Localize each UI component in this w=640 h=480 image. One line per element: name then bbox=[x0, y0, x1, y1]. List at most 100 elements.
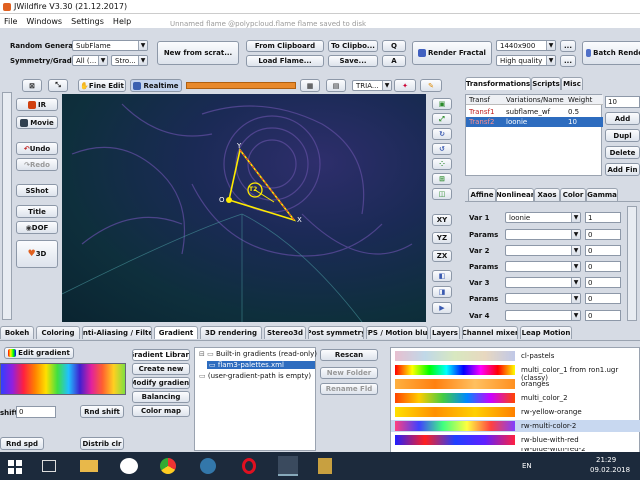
start-icon[interactable] bbox=[8, 460, 22, 474]
tab-channel-mixer[interactable]: Channel mixer bbox=[462, 326, 518, 339]
var4-amount[interactable]: 0 bbox=[585, 310, 621, 321]
var1-amount[interactable]: 1 bbox=[585, 212, 621, 223]
menu-settings[interactable]: Settings bbox=[71, 17, 104, 26]
tab-3d-rendering[interactable]: 3D rendering bbox=[200, 326, 262, 339]
grid-points-icon[interactable]: ⁘ bbox=[432, 158, 452, 170]
task-view-icon[interactable] bbox=[42, 460, 56, 472]
rotate-icon[interactable]: ↻ bbox=[432, 128, 452, 140]
var2-amount[interactable]: 0 bbox=[585, 245, 621, 256]
gradient-select[interactable]: Stro... ▼ bbox=[111, 55, 148, 66]
a-button[interactable]: A bbox=[382, 55, 406, 67]
create-new-button[interactable]: Create new bbox=[132, 363, 190, 375]
quality-select[interactable]: High quality ▼ bbox=[496, 55, 556, 66]
tab-gradient[interactable]: Gradient bbox=[154, 326, 198, 339]
color-map-button[interactable]: Color map bbox=[132, 405, 190, 417]
rnd-shift-button[interactable]: Rnd shift bbox=[80, 405, 124, 418]
table-row[interactable]: Transf1 subflame_wf 0.5 bbox=[466, 107, 603, 117]
var1-params-value[interactable]: 0 bbox=[585, 229, 621, 240]
duplicate-button[interactable]: Dupl bbox=[605, 129, 640, 142]
list-item[interactable]: multi_color_1 from ron1.ugr (classy) bbox=[391, 364, 640, 382]
scale-icon[interactable]: ⤢ bbox=[432, 113, 452, 125]
var1-params-select[interactable]: ▼ bbox=[505, 229, 581, 240]
yz-button[interactable]: YZ bbox=[432, 232, 452, 244]
wand-icon-button[interactable]: ✦ bbox=[394, 79, 416, 92]
brush-icon-button[interactable]: ✎ bbox=[420, 79, 442, 92]
ir-button[interactable]: IR bbox=[16, 98, 58, 111]
rnd-speed-button[interactable]: Rnd spd bbox=[0, 437, 44, 450]
tab-post-symmetry[interactable]: Post symmetry bbox=[308, 326, 364, 339]
tool-icon-2[interactable]: ◨ bbox=[432, 286, 452, 298]
flip-icon[interactable]: ◫ bbox=[432, 188, 452, 200]
realtime-button[interactable]: Realtime bbox=[130, 79, 182, 92]
render-fractal-button[interactable]: Render Fractal bbox=[412, 41, 492, 65]
weight-field[interactable]: 10 bbox=[605, 96, 640, 108]
tool-icon-3[interactable]: ▶ bbox=[432, 302, 452, 314]
java-icon[interactable] bbox=[278, 456, 298, 476]
menu-windows[interactable]: Windows bbox=[26, 17, 62, 26]
list-item[interactable]: cl-pastels bbox=[391, 350, 640, 362]
add-final-button[interactable]: Add Fin bbox=[605, 163, 640, 176]
tree-item-builtin[interactable]: ⊟ ▭ Built-in gradients (read-only) bbox=[199, 350, 317, 358]
tab-bokeh[interactable]: Bokeh bbox=[0, 326, 34, 339]
edit-gradient-button[interactable]: Edit gradient bbox=[4, 347, 74, 359]
opera-icon[interactable] bbox=[242, 458, 256, 474]
var2-params-value[interactable]: 0 bbox=[585, 261, 621, 272]
tab-xaos[interactable]: Xaos bbox=[534, 188, 560, 201]
save-button[interactable]: Save... bbox=[328, 55, 378, 67]
var2-select[interactable]: ▼ bbox=[505, 245, 581, 256]
new-from-scratch-button[interactable]: New from scrat... bbox=[157, 41, 239, 65]
shift-spinner[interactable]: 0 bbox=[16, 406, 56, 418]
rescan-button[interactable]: Rescan bbox=[320, 349, 378, 361]
tab-anti-aliasing[interactable]: Anti-Aliasing / Filter bbox=[82, 326, 152, 339]
sshot-button[interactable]: SShot bbox=[16, 184, 58, 197]
delete-button[interactable]: Delete bbox=[605, 146, 640, 159]
list-item[interactable]: oranges bbox=[391, 378, 640, 390]
3d-rendering-button[interactable]: ♥ 3D bbox=[16, 240, 58, 268]
menu-file[interactable]: File bbox=[4, 17, 17, 26]
q-button[interactable]: Q bbox=[382, 40, 406, 52]
gradient-preview[interactable] bbox=[0, 363, 126, 395]
movie-button[interactable]: Movie bbox=[16, 116, 58, 129]
symmetry-select[interactable]: All (... ▼ bbox=[72, 55, 108, 66]
resolution-more-button[interactable]: ... bbox=[560, 40, 576, 52]
list-item[interactable]: rw-blue-with-red bbox=[391, 434, 640, 446]
modify-gradient-button[interactable]: Modify gradient bbox=[132, 377, 190, 389]
chrome-icon[interactable] bbox=[160, 458, 176, 474]
tab-misc[interactable]: Misc bbox=[561, 77, 583, 90]
quality-more-button[interactable]: ... bbox=[560, 55, 576, 67]
gradient-library-button[interactable]: Gradient Library bbox=[132, 349, 190, 361]
var3-select[interactable]: ▼ bbox=[505, 277, 581, 288]
undo-button[interactable]: ↶ Undo bbox=[16, 142, 58, 155]
list-item[interactable]: multi_color_2 bbox=[391, 392, 640, 404]
tool-icon-1[interactable]: ◧ bbox=[432, 270, 452, 282]
select-icon-button[interactable]: ⤡ bbox=[48, 79, 68, 92]
table-row[interactable]: Transf2 loonie 10 bbox=[466, 117, 603, 127]
menu-help[interactable]: Help bbox=[113, 17, 131, 26]
panda-icon[interactable] bbox=[120, 458, 138, 474]
load-flame-button[interactable]: Load Flame... bbox=[246, 55, 324, 67]
var3-params-value[interactable]: 0 bbox=[585, 293, 621, 304]
list-item[interactable]: rw-multi-color-2 bbox=[391, 420, 640, 432]
tab-gamma[interactable]: Gamma bbox=[586, 188, 618, 201]
fractal-canvas[interactable]: Y X O T2 bbox=[62, 94, 426, 322]
tab-leap-motion[interactable]: Leap Motion bbox=[520, 326, 572, 339]
move-up-icon[interactable]: ▣ bbox=[432, 98, 452, 110]
app-icon-2[interactable] bbox=[318, 458, 332, 474]
var2-params-select[interactable]: ▼ bbox=[505, 261, 581, 272]
fine-edit-button[interactable]: ✋ Fine Edit bbox=[78, 79, 126, 92]
var1-select[interactable]: loonie ▼ bbox=[505, 212, 581, 223]
rotate-ccw-icon[interactable]: ↺ bbox=[432, 143, 452, 155]
tree-item-flam3[interactable]: ▭ flam3-palettes.xml bbox=[207, 361, 315, 369]
tab-affine[interactable]: Affine bbox=[468, 188, 496, 201]
var4-select[interactable]: ▼ bbox=[505, 310, 581, 321]
tab-scripts[interactable]: Scripts bbox=[531, 77, 561, 90]
telegram-icon[interactable] bbox=[200, 458, 216, 474]
tab-coloring[interactable]: Coloring bbox=[36, 326, 80, 339]
resolution-select[interactable]: 1440x900 ▼ bbox=[496, 40, 556, 51]
balancing-button[interactable]: Balancing bbox=[132, 391, 190, 403]
zx-button[interactable]: ZX bbox=[432, 250, 452, 262]
from-clipboard-button[interactable]: From Clipboard bbox=[246, 40, 324, 52]
redo-button[interactable]: ↷ Redo bbox=[16, 158, 58, 171]
folder-icon[interactable] bbox=[80, 460, 98, 472]
xy-button[interactable]: XY bbox=[432, 214, 452, 226]
